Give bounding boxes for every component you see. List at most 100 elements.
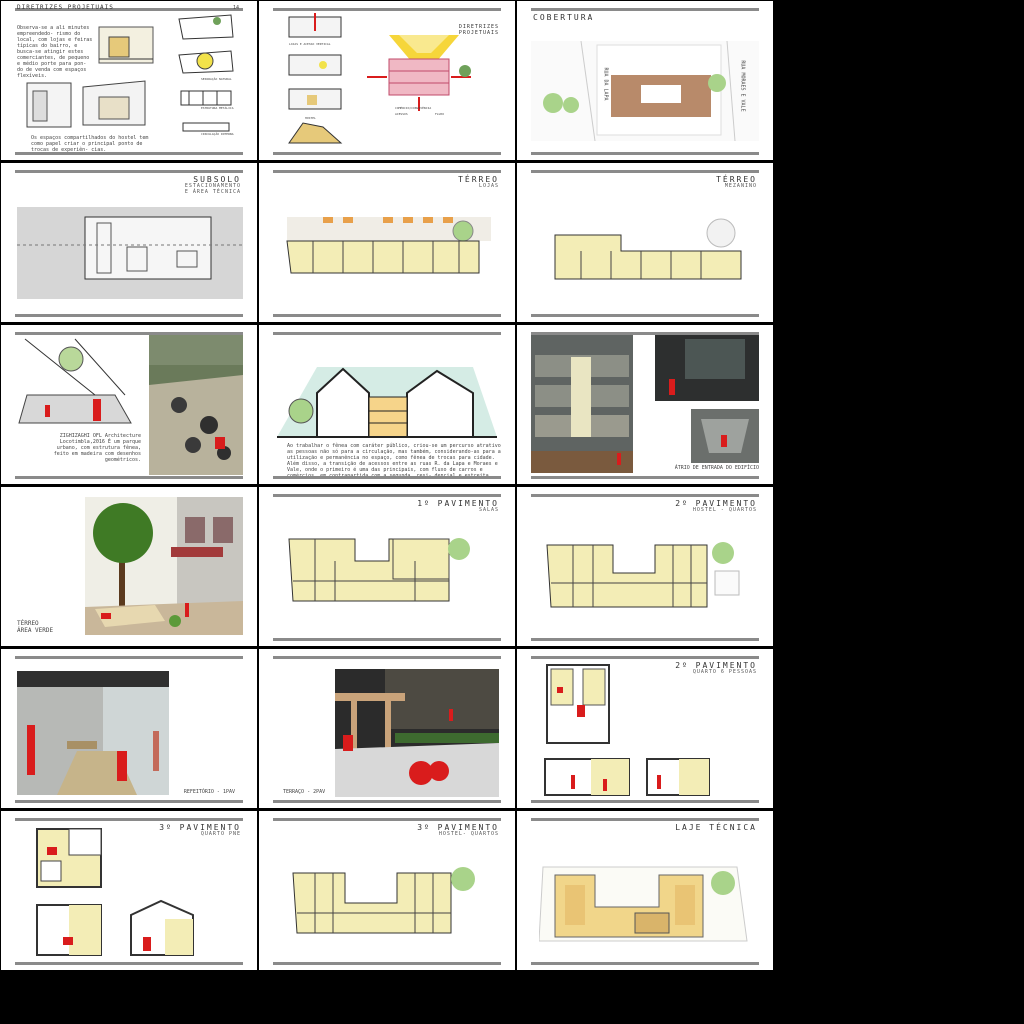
room-plan [546, 664, 610, 744]
render-image [85, 497, 243, 635]
divider [273, 170, 501, 173]
street-label: RUA DA LAPA [602, 67, 609, 101]
divider [273, 332, 501, 335]
divider [15, 818, 243, 821]
divider [15, 800, 243, 803]
description-text: Ao trabalhar o fênea com caráter público… [287, 443, 501, 479]
panel-refeitorio: REFEITÓRIO - 1PAV [1, 649, 257, 808]
divider [273, 494, 501, 497]
subtitle: MEZANINO [724, 183, 757, 190]
panel-diretrizes-1: DIRETRIZES PROJETUAIS 14 Observa-se a al… [1, 1, 257, 160]
floor-plan [286, 217, 491, 274]
subtitle: QUARTO PNE [200, 831, 241, 838]
roof-plan [531, 41, 759, 141]
panel-title: TÉRREO LOJAS [458, 175, 499, 190]
panel-title: LAJE TÉCNICA [675, 823, 757, 832]
divider [273, 656, 501, 659]
divider [531, 638, 759, 641]
image-caption: ÁTRIO DE ENTRADA DO EDIFÍCIO [674, 465, 759, 471]
panel-title: 2º PAVIMENTO QUARTO 6 PESSOAS [675, 661, 757, 676]
floor-plan [288, 538, 470, 602]
divider [15, 476, 243, 479]
panel-atrio: ÁTRIO DE ENTRADA DO EDIFÍCIO [517, 325, 773, 484]
reference-caption: ZIGHIZAGHI OFL Architecture Locotimbla,2… [53, 433, 141, 463]
divider [531, 8, 759, 11]
panel-corte: Ao trabalhar o fênea com caráter público… [259, 325, 515, 484]
panel-quarto-pne: 3º PAVIMENTO QUARTO PNE [1, 811, 257, 970]
sketch-illustration [98, 26, 154, 64]
sketch-label: HOSTEL [305, 116, 316, 120]
caption-line: ÁREA VERDE [17, 627, 54, 635]
panel-laje-tecnica: LAJE TÉCNICA [517, 811, 773, 970]
render-image [335, 669, 499, 797]
divider [531, 800, 759, 803]
diagram-sketches [178, 14, 234, 132]
floor-plan [17, 207, 243, 299]
divider [273, 800, 501, 803]
roof-plan [539, 866, 748, 942]
render-image [531, 335, 633, 473]
description-text: Os espaços compartilhados do hostel tem … [31, 135, 149, 153]
panel-diretrizes-2: DIRETRIZES PROJETUAIS LOJAS E ACESSO VER… [259, 1, 515, 160]
section-drawing [277, 367, 497, 438]
subtitle: LOJAS [478, 183, 499, 190]
panel-terraco: TERRAÇO - 2PAV [259, 649, 515, 808]
panel-terreo-mezanino: TÉRREO MEZANINO [517, 163, 773, 322]
divider [531, 818, 759, 821]
panel-cobertura: COBERTURA RUA DA LAPA RUA MORAES E VALE [517, 1, 773, 160]
sketch-label: CIRCULAÇÃO INTERNA [201, 132, 234, 136]
street-label: RUA MORAES E VALE [739, 60, 746, 112]
subtitle: HOSTEL- QUARTOS [438, 831, 499, 838]
section-drawing [36, 904, 102, 956]
sketch-label: ESTRUTURA METÁLICA [201, 106, 234, 110]
panel-title: 2º PAVIMENTO HOSTEL - QUARTOS [675, 499, 757, 514]
floor-plan [554, 218, 742, 280]
divider [15, 314, 243, 317]
panel-subsolo: SUBSOLO ESTACIONAMENTO E ÁREA TÉCNICA [1, 163, 257, 322]
divider [15, 170, 243, 173]
divider [273, 962, 501, 965]
panel-2-pavimento: 2º PAVIMENTO HOSTEL - QUARTOS [517, 487, 773, 646]
image-caption: TERRAÇO - 2PAV [283, 789, 326, 795]
section-drawing [130, 899, 194, 956]
render-image [655, 335, 759, 401]
panel-referencia: ZIGHIZAGHI OFL Architecture Locotimbla,2… [1, 325, 257, 484]
panel-title: TÉRREO MEZANINO [716, 175, 757, 190]
render-image [691, 409, 759, 463]
render-image [17, 671, 169, 795]
sketch-illustration [26, 82, 72, 128]
panel-quarto-6-pessoas: 2º PAVIMENTO QUARTO 6 PESSOAS [517, 649, 773, 808]
section-drawing [646, 758, 710, 796]
sketch-illustration [15, 335, 135, 427]
subtitle: QUARTO 6 PESSOAS [692, 669, 757, 676]
room-plan [36, 828, 102, 888]
divider [273, 638, 501, 641]
subtitle: E ÁREA TÉCNICA [184, 188, 241, 195]
panel-1-pavimento: 1º PAVIMENTO SALAS [259, 487, 515, 646]
panel-area-verde: TÉRREO ÁREA VERDE [1, 487, 257, 646]
image-caption: REFEITÓRIO - 1PAV [183, 789, 235, 795]
page-number: 14 [232, 5, 239, 11]
section-drawing [544, 758, 630, 796]
panel-terreo-lojas: TÉRREO LOJAS [259, 163, 515, 322]
divider [15, 962, 243, 965]
divider [531, 962, 759, 965]
panel-title: COBERTURA [533, 13, 595, 22]
divider [273, 476, 501, 479]
description-text: Observa-se a ali minutes empreendedo- ri… [17, 25, 93, 79]
panel-title: 1º PAVIMENTO SALAS [417, 499, 499, 514]
divider [15, 656, 243, 659]
divider [531, 170, 759, 173]
divider [273, 314, 501, 317]
divider [531, 314, 759, 317]
legend-label: FLUXO [435, 112, 445, 116]
legend-label: COMÉRCIO/CONVIVÊNCIA [395, 106, 432, 110]
caption-line: TÉRREO [17, 620, 39, 627]
diagram-sketches [288, 13, 343, 144]
divider [531, 494, 759, 497]
subtitle: HOSTEL - QUARTOS [692, 507, 757, 514]
legend-label: ACESSOS [395, 112, 408, 116]
subtitle: SALAS [478, 507, 499, 514]
panel-title: DIRETRIZES PROJETUAIS [17, 4, 114, 11]
divider [273, 152, 501, 155]
